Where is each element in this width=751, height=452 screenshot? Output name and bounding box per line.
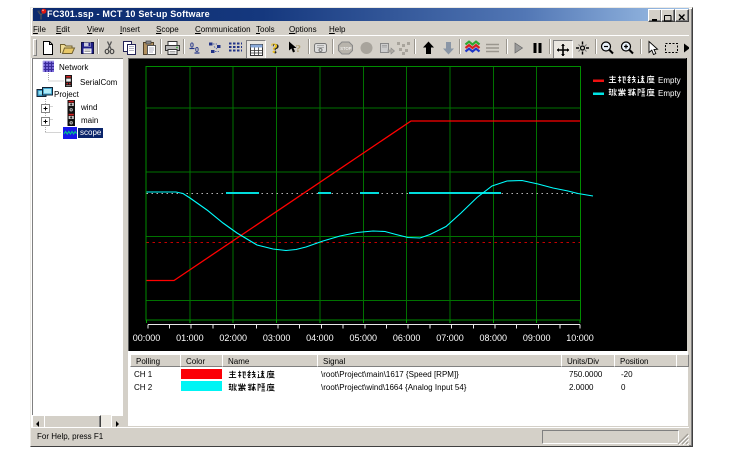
svg-text:Empty: Empty xyxy=(658,76,681,85)
svg-text:05:000: 05:000 xyxy=(350,333,378,343)
svg-text:03:000: 03:000 xyxy=(263,333,291,343)
svg-text:STOP: STOP xyxy=(340,46,352,51)
svg-text:09:000: 09:000 xyxy=(523,333,551,343)
svg-text:08:000: 08:000 xyxy=(480,333,508,343)
svg-text:07:000: 07:000 xyxy=(436,333,464,343)
svg-text:?: ? xyxy=(296,43,302,55)
svg-text:04:000: 04:000 xyxy=(306,333,334,343)
svg-text:10:000: 10:000 xyxy=(566,333,594,343)
svg-text:01:000: 01:000 xyxy=(176,333,204,343)
svg-text:00:000: 00:000 xyxy=(133,333,161,343)
svg-text:?: ? xyxy=(271,41,279,56)
svg-text:02:000: 02:000 xyxy=(219,333,247,343)
svg-text:06:000: 06:000 xyxy=(393,333,421,343)
svg-text:Empty: Empty xyxy=(658,89,681,98)
